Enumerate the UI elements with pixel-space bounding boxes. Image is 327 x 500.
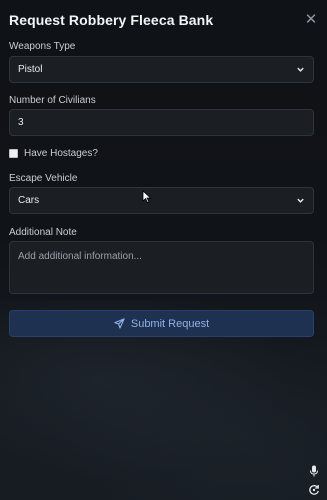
weapons-type-label: Weapons Type <box>9 41 76 52</box>
panel-header: Request Robbery Fleeca Bank ✕ <box>9 11 318 29</box>
hostages-label: Have Hostages? <box>24 148 98 159</box>
page-title: Request Robbery Fleeca Bank <box>9 12 214 28</box>
additional-note-label: Additional Note <box>9 227 77 238</box>
hostages-checkbox[interactable] <box>9 149 18 158</box>
civilians-input[interactable]: 3 <box>9 109 314 136</box>
civilians-value: 3 <box>18 117 24 128</box>
escape-vehicle-select[interactable]: Cars <box>9 187 314 214</box>
close-icon[interactable]: ✕ <box>304 12 318 27</box>
chevron-down-icon <box>297 67 304 72</box>
weapons-type-value: Pistol <box>18 64 43 75</box>
submit-request-label: Submit Request <box>130 317 210 330</box>
mouse-cursor-icon <box>142 190 152 204</box>
additional-note-placeholder: Add additional information... <box>18 251 142 262</box>
rotate-icon[interactable] <box>308 484 320 496</box>
escape-vehicle-value: Cars <box>18 195 40 206</box>
submit-request-button[interactable]: Submit Request <box>9 310 314 337</box>
chevron-down-icon <box>297 198 304 203</box>
microphone-icon[interactable] <box>309 465 319 477</box>
escape-vehicle-label: Escape Vehicle <box>9 173 78 184</box>
weapons-type-select[interactable]: Pistol <box>9 56 314 83</box>
hostages-row[interactable]: Have Hostages? <box>9 148 98 159</box>
civilians-label: Number of Civilians <box>9 95 96 106</box>
request-robbery-panel: Request Robbery Fleeca Bank ✕ Weapons Ty… <box>0 0 327 500</box>
additional-note-textarea[interactable]: Add additional information... <box>9 241 314 294</box>
send-icon <box>114 318 125 329</box>
